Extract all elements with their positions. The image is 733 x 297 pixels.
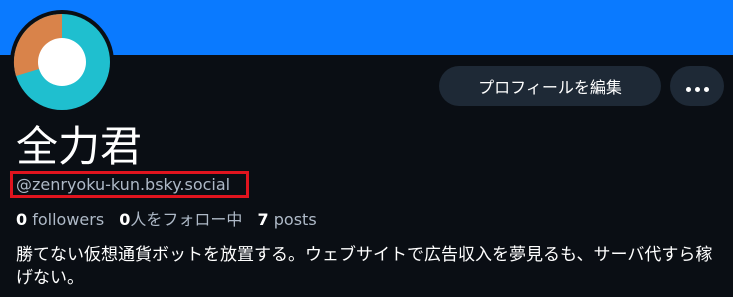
display-name: 全力君 bbox=[16, 122, 143, 171]
donut-chart-avatar-icon bbox=[13, 13, 110, 110]
edit-profile-button[interactable]: プロフィールを編集 bbox=[439, 66, 661, 106]
profile-stats: 0 followers 0人をフォロー中 7 posts bbox=[16, 209, 327, 231]
posts-count: 7 bbox=[257, 210, 269, 229]
followers-label: followers bbox=[32, 210, 105, 229]
posts-label: posts bbox=[273, 210, 317, 229]
avatar[interactable] bbox=[10, 10, 114, 114]
ellipsis-icon bbox=[684, 77, 711, 96]
more-options-button[interactable] bbox=[670, 66, 724, 106]
profile-bio: 勝てない仮想通貨ボットを放置する。ウェブサイトで広告収入を夢見るも、サーバ代すら… bbox=[16, 245, 713, 288]
profile-handle: @zenryoku-kun.bsky.social bbox=[16, 175, 231, 194]
following-label: 人をフォロー中 bbox=[130, 210, 243, 229]
posts-stat: 7 posts bbox=[258, 210, 317, 229]
followers-stat[interactable]: 0 followers bbox=[16, 210, 104, 229]
following-stat[interactable]: 0人をフォロー中 bbox=[119, 210, 242, 229]
followers-count: 0 bbox=[16, 210, 28, 229]
following-count: 0 bbox=[119, 210, 131, 229]
